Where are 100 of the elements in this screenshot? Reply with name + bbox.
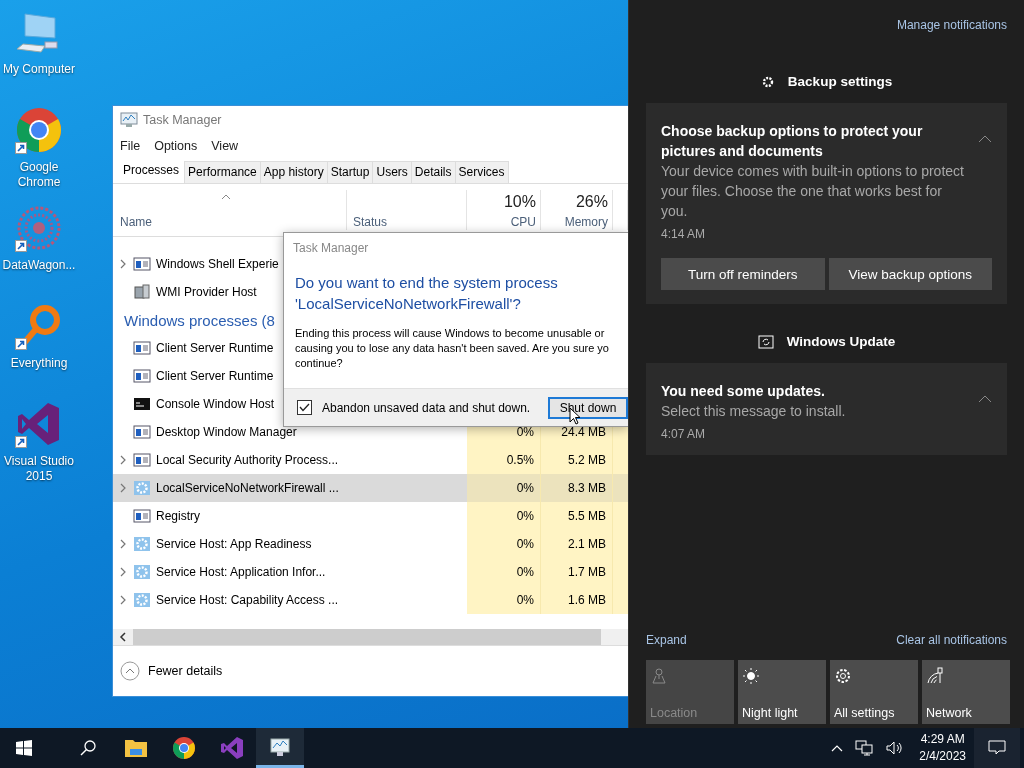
quick-action-label: All settings [834, 706, 896, 720]
network-icon [926, 667, 944, 685]
checkbox-label[interactable]: Abandon unsaved data and shut down. [322, 400, 531, 415]
process-name: Client Server Runtime [156, 369, 274, 383]
notification-body: Select this message to install. [661, 402, 847, 421]
notification-title: Choose backup options to protect your pictures and documents [661, 122, 924, 161]
tab[interactable]: Users [372, 161, 412, 183]
desktop-icon-label[interactable]: Visual Studio 2015 [0, 454, 78, 484]
desktop-icon-label[interactable]: Everything [0, 356, 78, 371]
flower-icon[interactable] [15, 204, 63, 252]
windows-logo-icon[interactable] [16, 740, 32, 756]
window-icon [133, 508, 151, 524]
gear-icon [133, 564, 151, 580]
notification-time: 4:07 AM [661, 427, 707, 441]
expand-chevron-icon[interactable] [120, 455, 126, 465]
tab[interactable]: Services [454, 161, 509, 183]
column-header[interactable]: CPU [510, 215, 536, 229]
quick-action-tile[interactable]: All settings [830, 660, 918, 724]
memory-cell: 1.6 MB [568, 593, 606, 607]
expand-link[interactable]: Expand [646, 633, 687, 647]
collapse-chevron-icon[interactable] [978, 135, 992, 143]
notification-action-button[interactable]: View backup options [828, 258, 992, 290]
location-icon [650, 667, 668, 685]
process-name: Local Security Authority Process... [156, 453, 339, 467]
network-icon[interactable] [855, 740, 874, 756]
process-row[interactable]: Service Host: Capability Access ... 0% 1.6 MB [113, 586, 628, 614]
dialog-heading: Do you want to end the system process 'LocalServiceNoNetworkFirewall'? [294, 273, 559, 314]
process-name: Windows Shell Experie [156, 257, 279, 271]
cpu-cell: 0% [516, 425, 534, 439]
process-name: WMI Provider Host [156, 285, 257, 299]
collapse-chevron-icon[interactable] [978, 395, 992, 403]
menu-item[interactable]: File [120, 139, 141, 153]
search-icon[interactable] [80, 740, 96, 756]
collapse-chevron-icon[interactable] [120, 661, 140, 681]
expand-chevron-icon[interactable] [120, 567, 126, 577]
clear-all-link[interactable]: Clear all notifications [896, 633, 1007, 647]
shut-down-button[interactable]: Shut down [548, 396, 628, 419]
window-icon [133, 368, 151, 384]
expand-chevron-icon[interactable] [120, 483, 126, 493]
chevron-up-icon[interactable] [831, 744, 844, 752]
manage-notifications-link[interactable]: Manage notifications [896, 18, 1007, 58]
process-row[interactable]: Registry 0% 5.5 MB [113, 502, 628, 530]
shortcut-arrow-icon [15, 338, 27, 350]
update-icon [757, 334, 774, 349]
quick-action-tile[interactable]: Network [922, 660, 1010, 724]
window-title: Task Manager [143, 113, 222, 127]
taskbar-app[interactable] [256, 728, 304, 768]
process-row[interactable]: Service Host: Application Infor... 0% 1.7 MB [113, 558, 628, 586]
expand-chevron-icon[interactable] [120, 539, 126, 549]
process-name: Service Host: App Readiness [156, 537, 312, 551]
process-row[interactable]: Service Host: App Readiness 0% 2.1 MB [113, 530, 628, 558]
dialog-title: Task Manager [292, 240, 370, 255]
scroll-left-icon[interactable] [119, 632, 127, 642]
brightness-icon [742, 667, 760, 685]
tab[interactable]: Performance [184, 161, 261, 183]
settings-icon [834, 667, 852, 685]
window-icon [133, 452, 151, 468]
quick-action-label: Network [926, 706, 973, 720]
tab[interactable]: Details [410, 161, 456, 183]
gear-icon [133, 536, 151, 552]
process-row[interactable]: LocalServiceNoNetworkFirewall ... 0% 8.3 MB [113, 474, 628, 502]
notification-body: Your device comes with built-in options to protect your files. Choose the one that works best for you. [661, 162, 965, 221]
dialog-message: Ending this process will cause Windows to become unusable or causing you to lose any data hasn't been saved. Are you sure yo continue? [294, 326, 610, 371]
cpu-cell: 0.5% [506, 453, 534, 467]
cpu-cell: 0% [516, 593, 534, 607]
window-icon [133, 256, 151, 272]
window-icon [133, 424, 151, 440]
column-header[interactable]: Status [353, 215, 462, 229]
expand-chevron-icon[interactable] [120, 259, 126, 269]
tab[interactable]: App history [259, 161, 328, 183]
notification-action-button[interactable]: Turn off reminders [661, 258, 825, 290]
volume-icon[interactable] [885, 740, 904, 756]
memory-cell: 24.4 MB [561, 425, 606, 439]
column-header[interactable]: Name [120, 215, 342, 229]
expand-chevron-icon[interactable] [120, 595, 126, 605]
column-header[interactable]: Memory [564, 215, 608, 229]
tab[interactable]: Startup [326, 161, 374, 183]
cpu-cell: 0% [516, 481, 534, 495]
clock-time[interactable]: 4:29 AM [920, 731, 965, 748]
notification-group-title: Backup settings [787, 74, 893, 89]
memory-cell: 1.7 MB [568, 565, 606, 579]
fewer-details-link[interactable]: Fewer details [148, 664, 223, 678]
menu-item[interactable]: Options [154, 139, 198, 153]
gear-icon [760, 74, 775, 89]
cpu-cell: 0% [516, 509, 534, 523]
browser-icon[interactable] [172, 736, 196, 760]
message-icon[interactable] [988, 740, 1006, 756]
shortcut-arrow-icon [15, 436, 27, 448]
group-header: Windows processes (8 [124, 311, 275, 329]
process-name: Service Host: Application Infor... [156, 565, 326, 579]
process-name: Console Window Host [156, 397, 275, 411]
process-row[interactable]: Local Security Authority Process... 0.5% 5.2 MB [113, 446, 628, 474]
menu-item[interactable]: View [211, 139, 239, 153]
quick-action-tile[interactable]: Night light [738, 660, 826, 724]
checkbox[interactable] [297, 400, 312, 415]
notifications-button[interactable] [974, 728, 1020, 768]
notification-card[interactable] [646, 103, 1007, 304]
clock-date[interactable]: 2/4/2023 [919, 748, 966, 765]
notification-card[interactable]: You need some updates. Select this message to install. 4:07 AM [646, 363, 1007, 455]
memory-cell: 8.3 MB [568, 481, 606, 495]
